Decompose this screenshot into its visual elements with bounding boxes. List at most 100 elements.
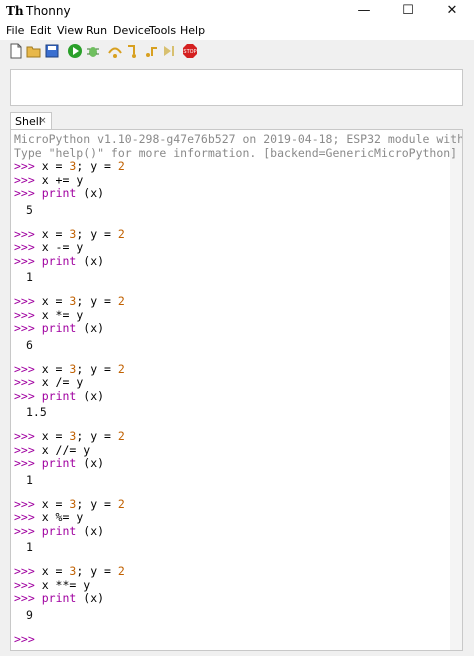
shell-input-line: >>> x = 3; y = 2 — [14, 429, 125, 443]
code-text: x %= y — [34, 510, 84, 524]
shell-prompt: >>> — [14, 307, 35, 322]
shell-prompt: >>> — [14, 442, 35, 457]
tab-shell[interactable]: Shell × — [10, 112, 52, 130]
open-folder-icon[interactable] — [26, 43, 42, 59]
thonny-app-icon: Th — [6, 4, 24, 18]
shell-panel[interactable]: MicroPython v1.10-298-g47e76b527 on 2019… — [10, 129, 463, 651]
tab-close-icon[interactable]: × — [39, 113, 47, 130]
code-text: (x) — [76, 388, 105, 403]
shell-prompt: >>> — [14, 631, 35, 646]
shell-prompt: >>> — [14, 375, 35, 389]
run-icon[interactable] — [67, 43, 83, 59]
shell-prompt: >>> — [14, 591, 35, 605]
step-into-icon[interactable] — [125, 43, 141, 59]
menu-bar: File Edit View Run Device Tools Help — [0, 22, 474, 40]
menu-help[interactable]: Help — [180, 24, 205, 37]
shell-input-line: >>> — [14, 632, 35, 646]
code-text: ; y = — [76, 361, 118, 376]
shell-input-line: >>> print (x) — [14, 524, 104, 538]
resume-icon[interactable] — [161, 43, 177, 59]
number-literal: 2 — [117, 564, 125, 578]
print-keyword: print — [41, 186, 77, 200]
shell-output-line: 1 — [26, 472, 33, 487]
number-literal: 2 — [117, 294, 125, 308]
code-text: (x) — [76, 186, 105, 200]
code-text: x = — [34, 564, 70, 578]
code-text: ; y = — [76, 226, 118, 241]
shell-output-line: 6 — [26, 337, 33, 352]
code-text: ; y = — [76, 294, 118, 308]
shell-input-line: >>> x = 3; y = 2 — [14, 362, 125, 376]
code-text: x = — [34, 226, 70, 241]
menu-file[interactable]: File — [6, 24, 24, 37]
shell-input-line: >>> print (x) — [14, 591, 104, 605]
code-text: x = — [34, 294, 70, 308]
step-over-icon[interactable] — [107, 43, 123, 59]
print-keyword: print — [41, 456, 77, 470]
shell-prompt: >>> — [14, 361, 35, 376]
menu-tools[interactable]: Tools — [149, 24, 176, 37]
shell-prompt: >>> — [14, 186, 35, 200]
code-editor[interactable] — [10, 69, 463, 106]
shell-prompt: >>> — [14, 564, 35, 578]
shell-input-line: >>> x = 3; y = 2 — [14, 497, 125, 511]
code-text: (x) — [76, 523, 105, 538]
shell-input-line: >>> x = 3; y = 2 — [14, 227, 125, 241]
code-text: (x) — [76, 321, 105, 335]
shell-banner-line: MicroPython v1.10-298-g47e76b527 on 2019… — [14, 132, 463, 146]
shell-prompt: >>> — [14, 388, 35, 403]
shell-output-line: 1.5 — [26, 405, 47, 420]
new-file-icon[interactable] — [8, 43, 24, 59]
menu-edit[interactable]: Edit — [30, 24, 51, 37]
number-literal: 2 — [117, 496, 125, 511]
step-out-icon[interactable] — [143, 43, 159, 59]
code-text: ; y = — [76, 564, 118, 578]
shell-prompt: >>> — [14, 456, 35, 470]
shell-input-line: >>> x = 3; y = 2 — [14, 294, 125, 308]
code-text: (x) — [76, 253, 105, 268]
shell-input-line: >>> x -= y — [14, 240, 83, 254]
debug-icon[interactable] — [85, 43, 101, 59]
menu-device[interactable]: Device — [113, 24, 151, 37]
maximize-button[interactable]: ☐ — [386, 0, 430, 22]
shell-scrollbar[interactable] — [450, 130, 462, 650]
shell-prompt: >>> — [14, 577, 35, 592]
minimize-button[interactable]: — — [342, 0, 386, 22]
code-text: x = — [34, 159, 70, 173]
svg-text:STOP: STOP — [183, 49, 196, 55]
print-keyword: print — [41, 591, 77, 605]
code-text: x **= y — [34, 577, 91, 592]
shell-input-line: >>> print (x) — [14, 186, 104, 200]
shell-prompt: >>> — [14, 429, 35, 443]
shell-output-line: 9 — [26, 607, 33, 622]
shell-input-line: >>> print (x) — [14, 456, 104, 470]
shell-prompt: >>> — [14, 321, 35, 335]
shell-prompt: >>> — [14, 159, 35, 173]
window-title: Thonny — [26, 4, 71, 18]
shell-prompt: >>> — [14, 253, 35, 268]
stop-icon[interactable]: STOP — [182, 43, 198, 59]
code-text: x = — [34, 361, 70, 376]
save-icon[interactable] — [44, 43, 60, 59]
menu-run[interactable]: Run — [86, 24, 107, 37]
shell-output-line: 5 — [26, 202, 33, 217]
shell-input-line: >>> print (x) — [14, 389, 104, 403]
code-text: x = — [34, 429, 70, 443]
code-text: x /= y — [34, 375, 84, 389]
shell-prompt: >>> — [14, 523, 35, 538]
menu-view[interactable]: View — [57, 24, 83, 37]
title-bar: Th Thonny — ☐ ✕ — [0, 0, 474, 22]
code-text: x = — [34, 496, 70, 511]
close-button[interactable]: ✕ — [430, 0, 474, 22]
shell-output-line: 1 — [26, 270, 33, 285]
code-text: ; y = — [76, 159, 118, 173]
number-literal: 2 — [117, 226, 125, 241]
shell-input-line: >>> x = 3; y = 2 — [14, 564, 125, 578]
